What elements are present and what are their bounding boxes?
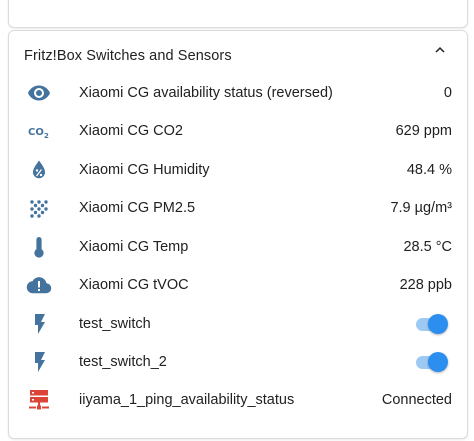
entity-row[interactable]: iiyama_1_ping_availability_status Connec… [24,381,452,419]
entity-row[interactable]: Xiaomi CG availability status (reversed)… [24,74,452,112]
cloud-alert-icon [26,272,52,298]
chevron-up-icon[interactable] [426,36,454,64]
svg-text:2: 2 [44,132,49,140]
entity-name: Xiaomi CG tVOC [79,277,189,293]
previous-card [8,0,468,28]
entity-row[interactable]: Xiaomi CG Temp 28.5 °C [24,228,452,266]
flash-icon [26,311,52,337]
entity-row[interactable]: test_switch_2 [24,343,452,381]
entity-row[interactable]: CO 2 Xiaomi CG CO2 629 ppm [24,112,452,150]
toggle-knob [428,352,448,372]
entity-row[interactable]: Xiaomi CG Humidity 48.4 % [24,151,452,189]
entity-name: Xiaomi CG Humidity [79,162,210,178]
entity-name: test_switch_2 [79,354,167,370]
card-title: Fritz!Box Switches and Sensors [24,48,232,64]
dashboard-view: Fritz!Box Switches and Sensors Xiaomi CG… [0,0,474,441]
entity-state: 7.9 µg/m³ [390,200,452,216]
entity-row[interactable]: test_switch [24,305,452,343]
toggle-switch[interactable] [414,351,448,373]
pm25-dots-icon [26,195,52,221]
server-network-icon [26,387,52,413]
entity-name: Xiaomi CG PM2.5 [79,200,196,216]
entity-state: 48.4 % [406,162,452,178]
toggle-knob [428,314,448,334]
entity-state: Connected [381,392,452,408]
entity-name: Xiaomi CG Temp [79,239,189,255]
entity-state: 228 ppb [399,277,452,293]
entity-name: test_switch [79,316,151,332]
flash-icon [26,349,52,375]
co2-icon: CO 2 [26,118,52,144]
entity-state: 28.5 °C [403,239,452,255]
entity-state: 629 ppm [395,123,452,139]
eye-icon [26,80,52,106]
humidity-percent-icon [26,157,52,183]
svg-text:CO: CO [28,127,44,138]
entity-state: 0 [443,85,452,101]
entity-row[interactable]: Xiaomi CG PM2.5 7.9 µg/m³ [24,189,452,227]
thermometer-icon [26,234,52,260]
entity-row[interactable]: Xiaomi CG tVOC 228 ppb [24,266,452,304]
entity-name: Xiaomi CG availability status (reversed) [79,85,333,101]
toggle-switch[interactable] [414,313,448,335]
entity-name: Xiaomi CG CO2 [79,123,183,139]
entity-name: iiyama_1_ping_availability_status [79,392,295,408]
